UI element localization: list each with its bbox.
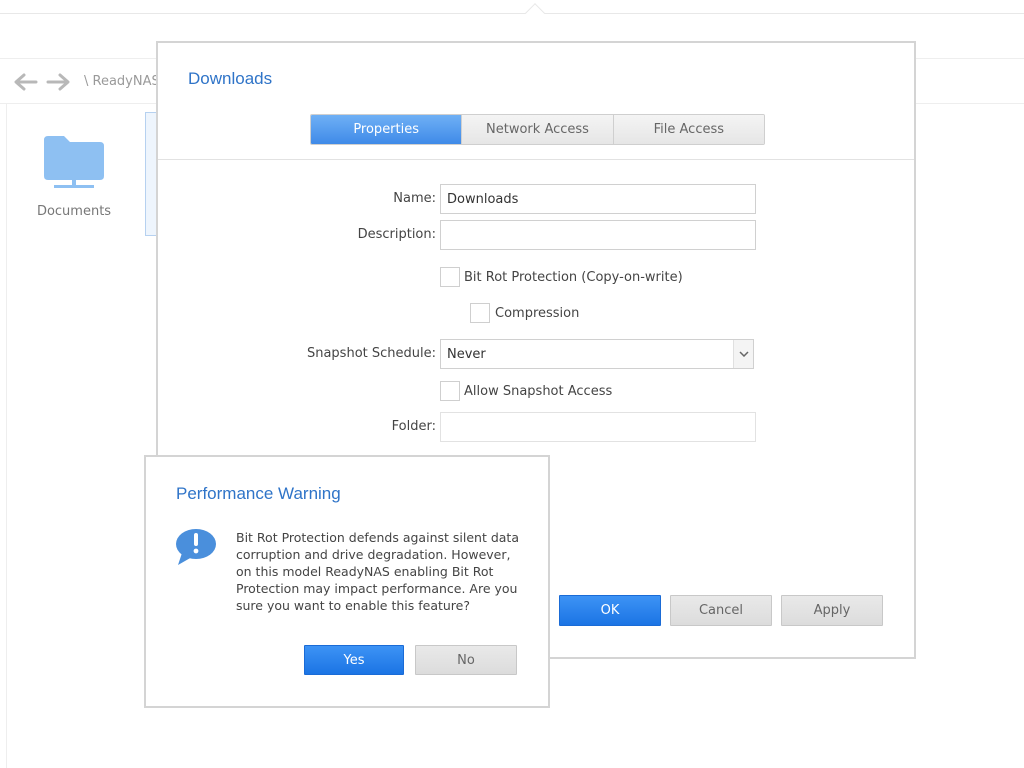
ok-button[interactable]: OK (559, 595, 661, 626)
folder-input[interactable] (440, 412, 756, 442)
folder-label: Documents (36, 204, 112, 219)
bitrot-checkbox[interactable] (440, 267, 460, 287)
snapshot-schedule-label: Snapshot Schedule: (306, 346, 436, 361)
warning-title: Performance Warning (176, 484, 341, 503)
name-input[interactable] (440, 184, 756, 214)
shared-folder-icon (42, 136, 106, 194)
top-bar-notch (525, 3, 545, 23)
top-bar (0, 0, 1024, 23)
compression-label: Compression (495, 306, 580, 321)
tab-divider (158, 159, 914, 160)
allow-snapshot-label: Allow Snapshot Access (464, 384, 613, 399)
dialog-title: Downloads (188, 69, 273, 88)
breadcrumb[interactable]: \ ReadyNAS (84, 74, 160, 89)
tab-bar: Properties Network Access File Access (310, 114, 765, 145)
tab-network-access[interactable]: Network Access (462, 115, 614, 144)
folder-tile-documents[interactable]: Documents (30, 132, 118, 219)
folder-label: Folder: (391, 419, 436, 434)
yes-button[interactable]: Yes (304, 645, 404, 675)
tab-properties[interactable]: Properties (311, 115, 463, 144)
forward-arrow-icon[interactable] (46, 72, 72, 92)
compression-checkbox[interactable] (470, 303, 490, 323)
snapshot-schedule-select[interactable]: Never (440, 339, 754, 369)
no-button[interactable]: No (415, 645, 517, 675)
cancel-button[interactable]: Cancel (670, 595, 772, 626)
description-label: Description: (357, 227, 436, 242)
back-arrow-icon[interactable] (12, 72, 38, 92)
snapshot-schedule-value: Never (447, 347, 486, 362)
warning-speech-icon (174, 527, 218, 567)
tab-file-access[interactable]: File Access (613, 115, 764, 144)
performance-warning-dialog: Performance Warning Bit Rot Protection d… (144, 455, 550, 708)
allow-snapshot-checkbox[interactable] (440, 381, 460, 401)
chevron-down-icon[interactable] (733, 340, 753, 368)
description-input[interactable] (440, 220, 756, 250)
apply-button[interactable]: Apply (781, 595, 883, 626)
warning-message: Bit Rot Protection defends against silen… (236, 530, 519, 613)
bitrot-label: Bit Rot Protection (Copy-on-write) (464, 270, 683, 285)
name-label: Name: (393, 191, 436, 206)
